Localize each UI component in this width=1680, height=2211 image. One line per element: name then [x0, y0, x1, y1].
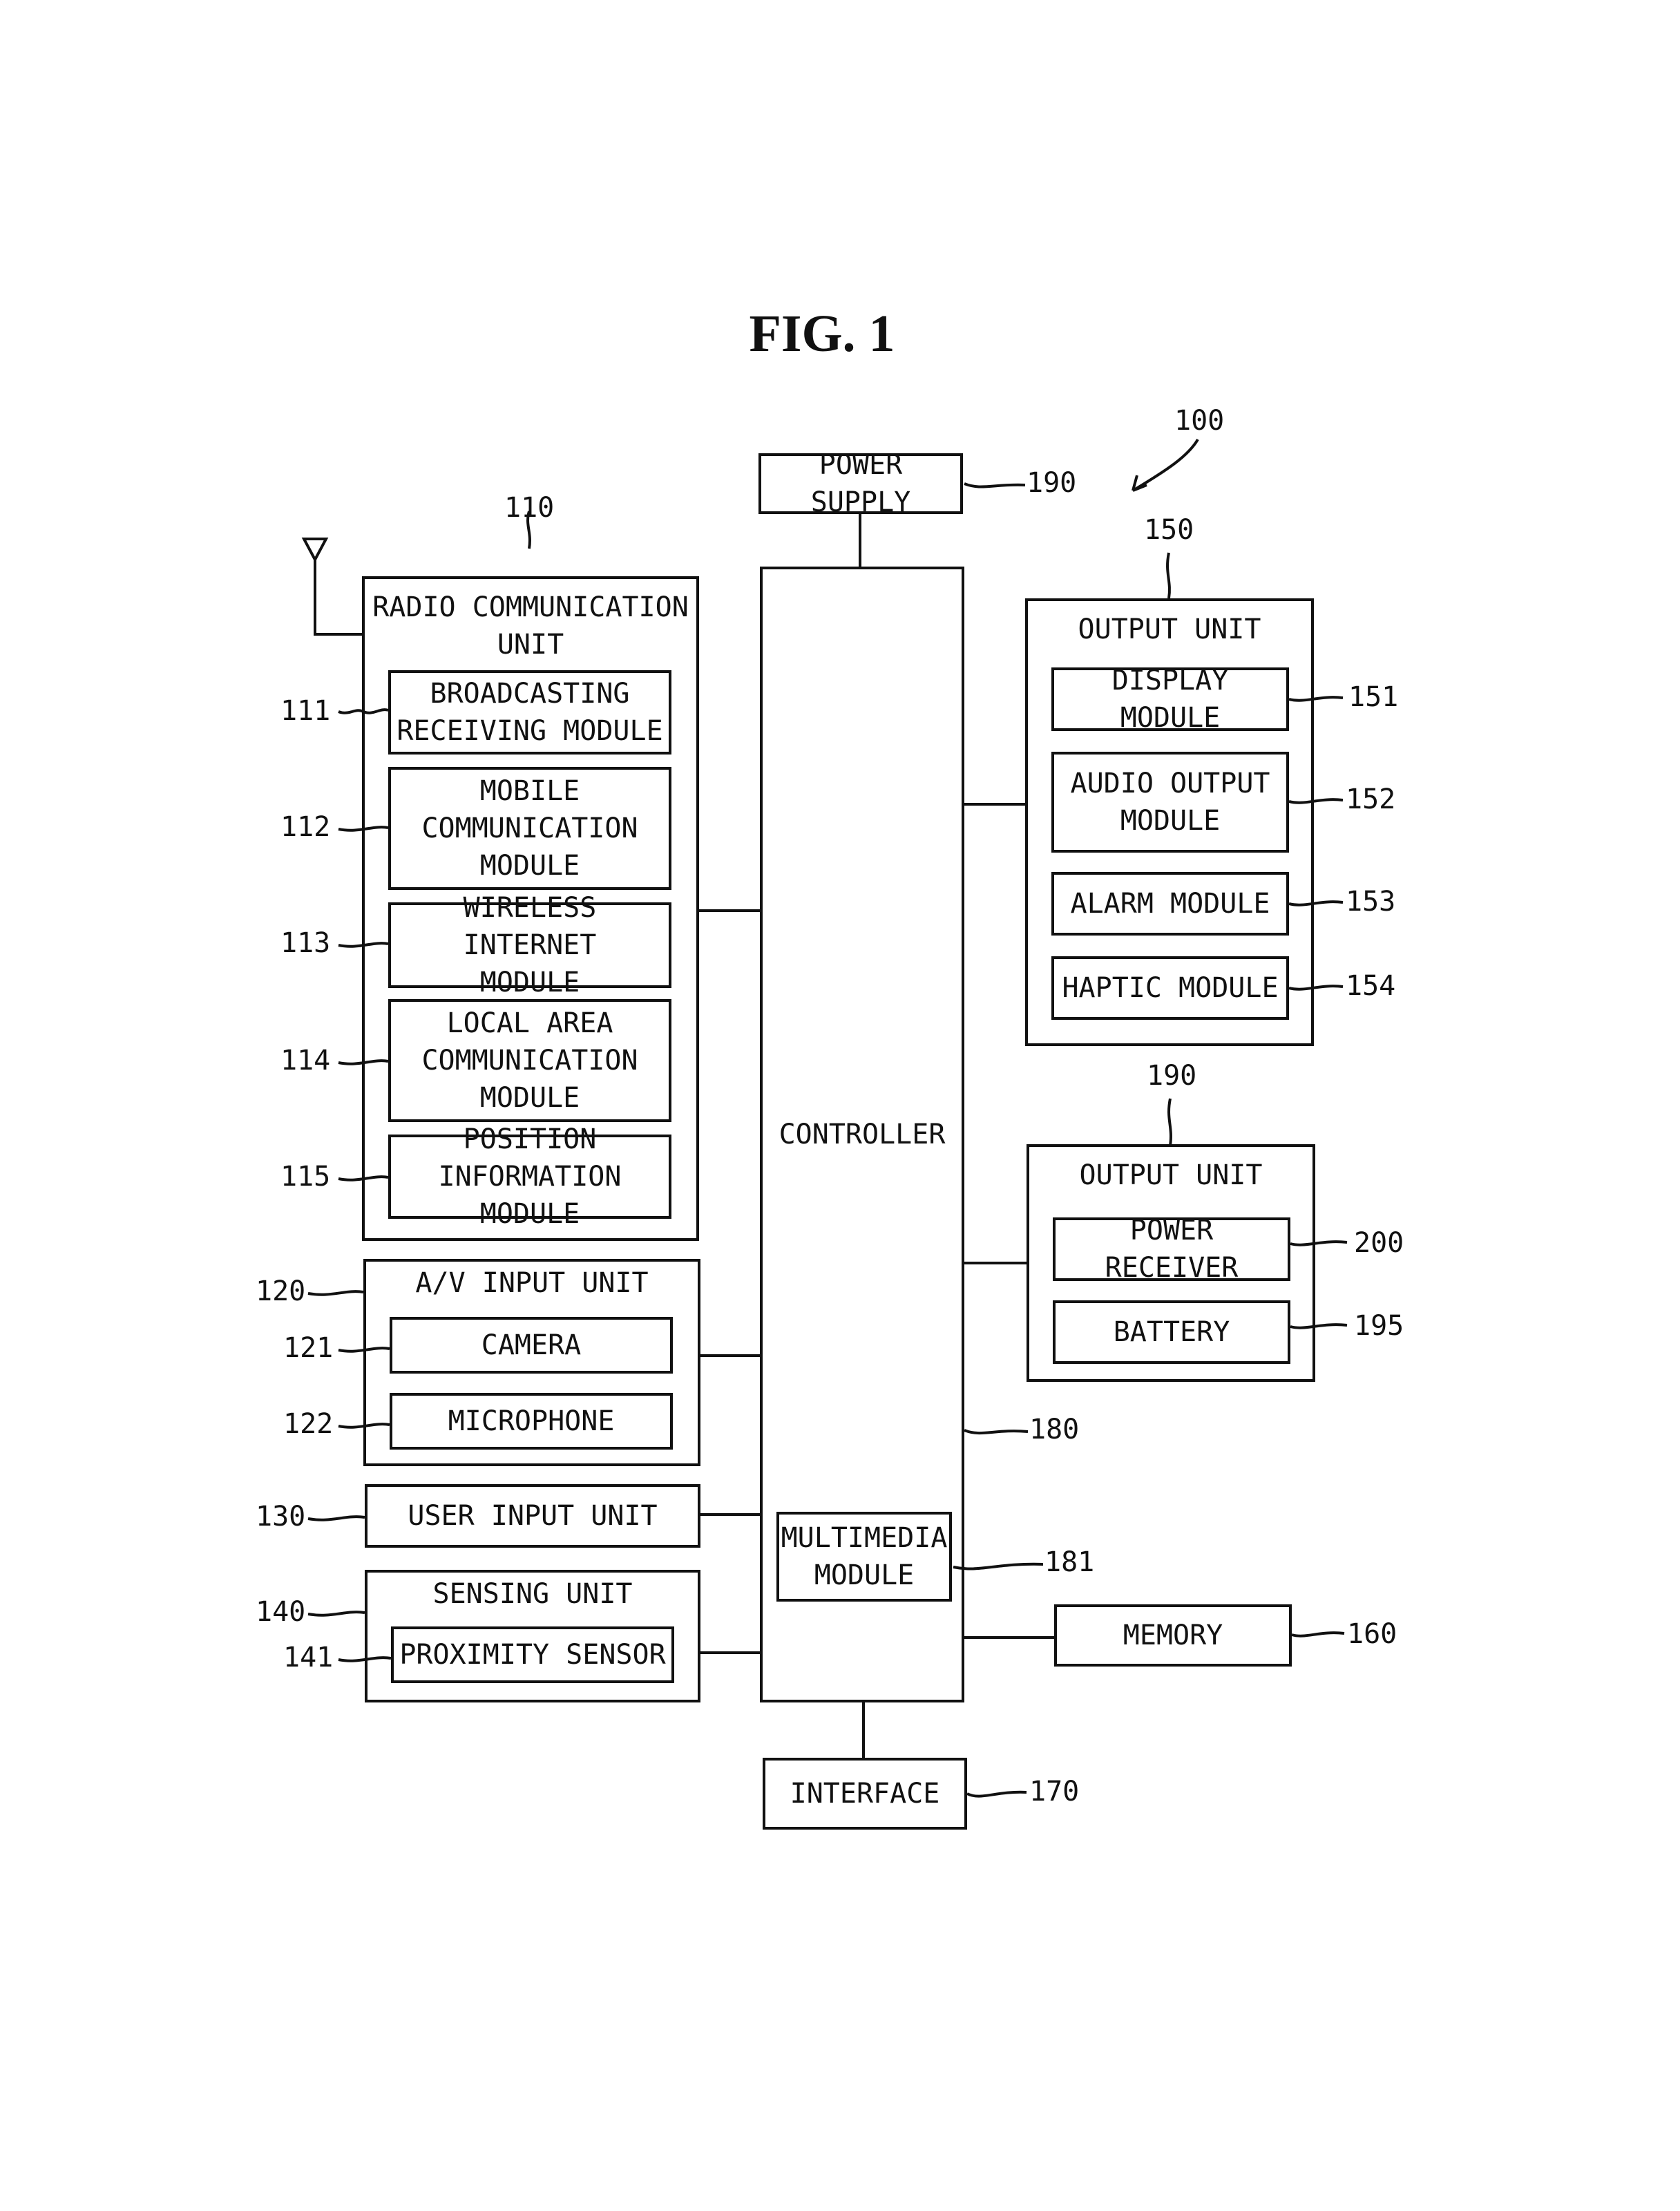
patent-figure: FIG. 1 POWER SUPPLY 190 100 CONTROLLER 1…	[0, 0, 1680, 2211]
output-leaders	[307, 696, 1348, 1662]
power-receiver: POWER RECEIVER	[1053, 1215, 1290, 1284]
ref-195: 195	[1354, 1310, 1404, 1342]
ref-190-output: 190	[1147, 1060, 1197, 1092]
battery-block: BATTERY	[1053, 1300, 1290, 1364]
output2-label: OUTPUT UNIT	[1079, 1159, 1263, 1191]
ref-200: 200	[1354, 1227, 1404, 1259]
